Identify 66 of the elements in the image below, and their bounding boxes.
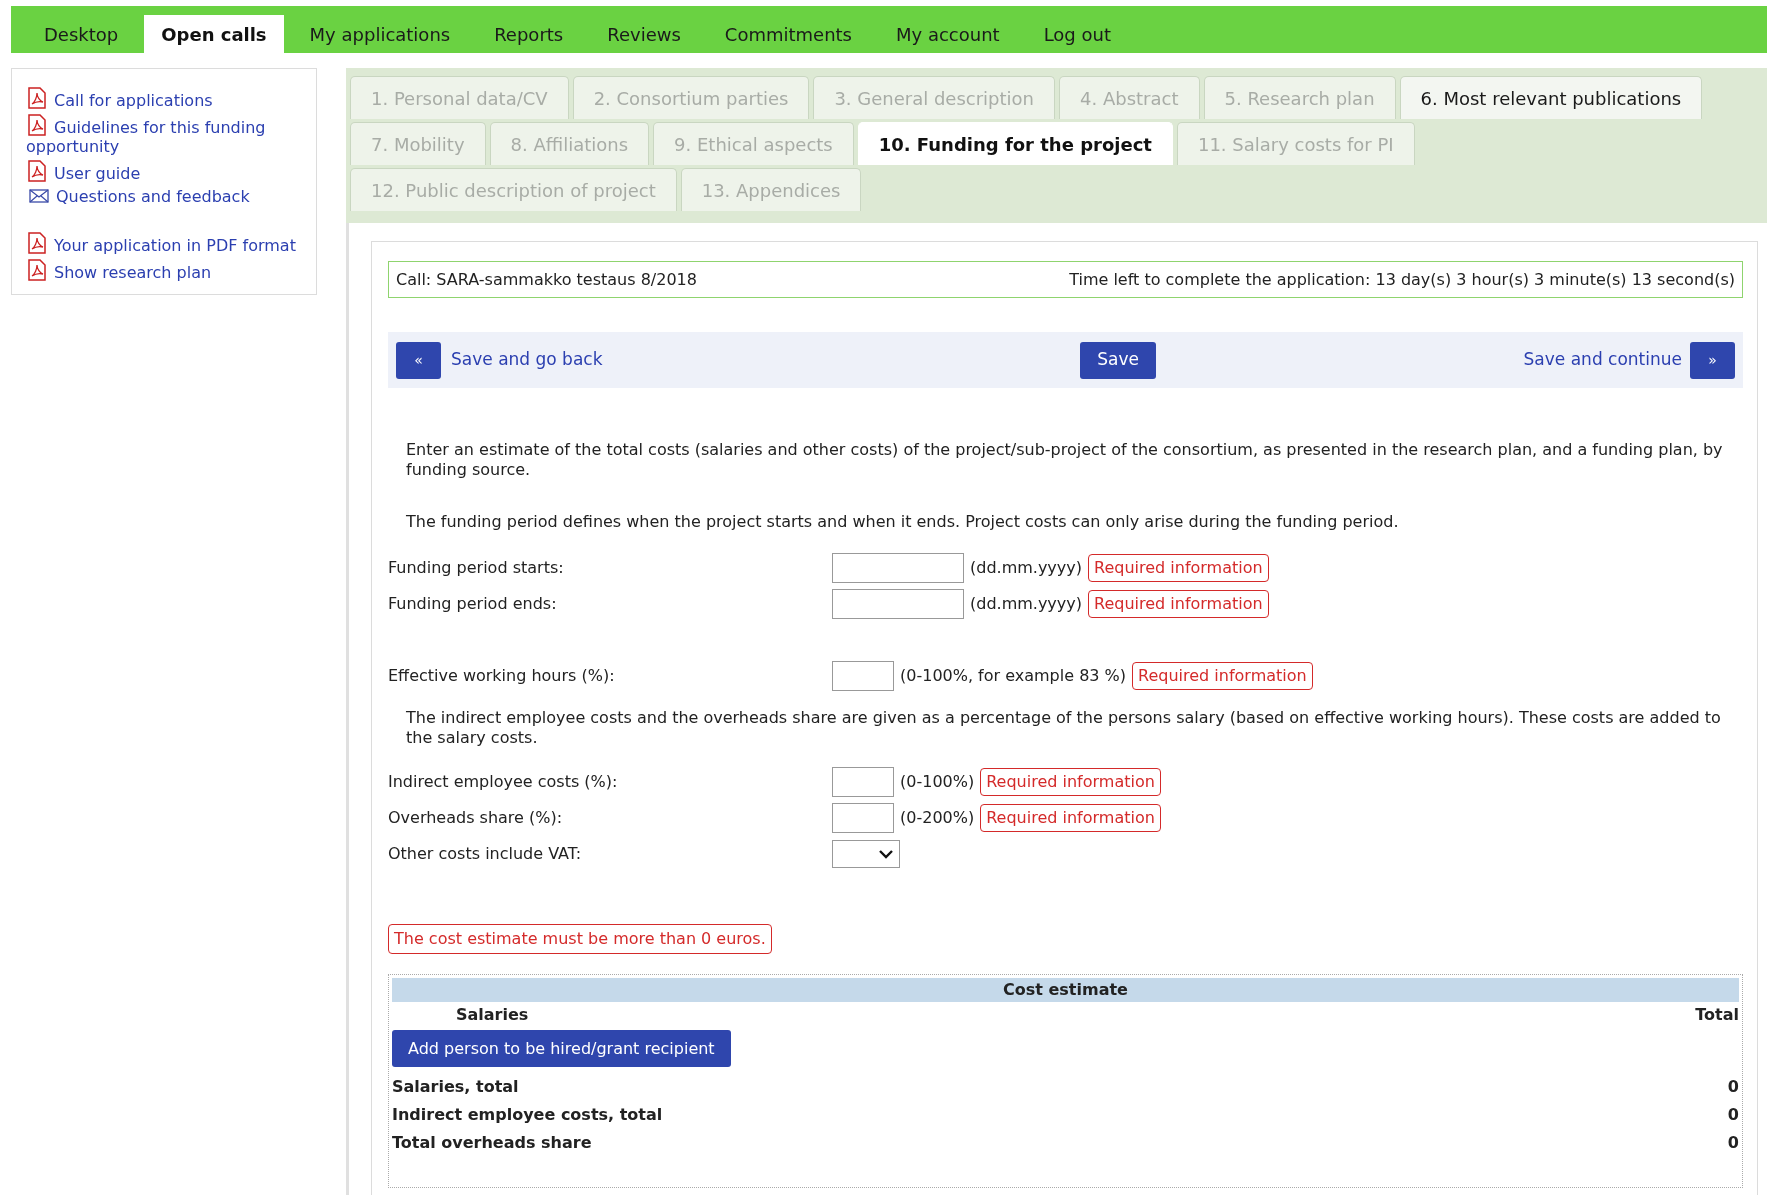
pdf-file-icon — [26, 160, 48, 182]
back-button[interactable]: « — [396, 341, 441, 379]
format-hint: (0-100%, for example 83 %) — [900, 665, 1127, 687]
table-cell-text: Total overheads share — [392, 1132, 592, 1154]
instruction-text: The funding period defines when the project starts and when it ends. Project costs can only arise during the funding period. — [406, 512, 1400, 532]
error-message: Required information — [1088, 590, 1269, 618]
format-hint: (dd.mm.yyyy) — [970, 557, 1082, 579]
table-cell-text: Salaries, total — [392, 1076, 519, 1098]
column-header: Total — [1695, 1004, 1739, 1026]
table-cell-text: 0 — [1727, 1076, 1739, 1098]
chevron-down-icon — [878, 849, 894, 859]
sidebar-link[interactable]: Questions and feedback — [26, 187, 308, 206]
step-tab[interactable]: 10. Funding for the project — [857, 122, 1173, 165]
nav-tab[interactable]: Desktop — [22, 15, 141, 53]
continue-button[interactable]: » — [1690, 341, 1735, 379]
nav-tab[interactable]: My applications — [287, 15, 473, 53]
field-label: Indirect employee costs (%): — [388, 771, 619, 793]
input-field[interactable] — [832, 767, 894, 797]
column-header: Salaries — [456, 1004, 529, 1026]
pdf-file-icon — [26, 259, 48, 281]
pdf-file-icon — [26, 232, 48, 254]
field-label: Effective working hours (%): — [388, 665, 616, 687]
field-label: Other costs include VAT: — [388, 843, 583, 865]
pdf-file-icon — [26, 87, 48, 109]
error-message: Required information — [980, 768, 1161, 796]
field-label: Funding period ends: — [388, 593, 558, 615]
envelope-icon — [29, 189, 49, 203]
instruction-text: The indirect employee costs and the overheads share are given as a percentage of the persons salary (based on effective working hours). These costs are added to the salary costs. — [405, 708, 1722, 748]
sidebar-link[interactable]: User guide — [26, 160, 308, 183]
error-message: Required information — [980, 804, 1161, 832]
save-button[interactable]: Save — [1080, 341, 1156, 379]
input-field[interactable] — [832, 589, 964, 619]
save-and-continue-link[interactable]: Save and continue — [1523, 347, 1682, 373]
nav-tab[interactable]: Reports — [472, 15, 586, 53]
format-hint: (0-200%) — [900, 807, 975, 829]
format-hint: (0-100%) — [900, 771, 975, 793]
add-person-button[interactable]: Add person to be hired/grant recipient — [392, 1030, 731, 1067]
table-cell-text: Indirect employee costs, total — [392, 1104, 663, 1126]
error-message: The cost estimate must be more than 0 euros. — [388, 924, 772, 954]
input-field[interactable] — [832, 661, 894, 691]
field-label: Funding period starts: — [388, 557, 565, 579]
sidebar-link[interactable]: Your application in PDF format — [26, 232, 308, 255]
error-message: Required information — [1132, 662, 1313, 690]
table-cell-text: 0 — [1727, 1104, 1739, 1126]
call-name: Call: SARA-sammakko testaus 8/2018 — [396, 268, 697, 291]
step-tab[interactable]: 6. Most relevant publications — [1399, 76, 1703, 119]
save-and-go-back-link[interactable]: Save and go back — [451, 347, 603, 373]
nav-tab[interactable]: Commitments — [702, 15, 874, 53]
sidebar-link[interactable]: Call for applications — [26, 87, 308, 110]
field-label: Overheads share (%): — [388, 807, 564, 829]
input-field[interactable] — [832, 553, 964, 583]
instruction-text: Enter an estimate of the total costs (salaries and other costs) of the project/sub-project of the consortium, as presented in the research plan, and a funding plan, by funding source. — [406, 440, 1724, 480]
nav-tab[interactable]: My account — [874, 15, 1022, 53]
sidebar-link[interactable]: Guidelines for this funding opportunity — [26, 114, 308, 156]
table-cell-text: 0 — [1727, 1132, 1739, 1154]
input-field[interactable] — [832, 803, 894, 833]
dropdown[interactable] — [832, 840, 900, 868]
nav-tab[interactable]: Reviews — [585, 15, 703, 53]
format-hint: (dd.mm.yyyy) — [970, 593, 1082, 615]
table-header: Cost estimate — [392, 978, 1739, 1002]
sidebar-link[interactable]: Show research plan — [26, 259, 308, 282]
nav-tab[interactable]: Open calls — [144, 15, 284, 53]
pdf-file-icon — [26, 114, 48, 136]
error-message: Required information — [1088, 554, 1269, 582]
time-left-text: Time left to complete the application: 13 day(s) 3 hour(s) 3 minute(s) 13 second(s) — [1069, 268, 1735, 291]
nav-tab[interactable]: Log out — [1021, 15, 1133, 53]
